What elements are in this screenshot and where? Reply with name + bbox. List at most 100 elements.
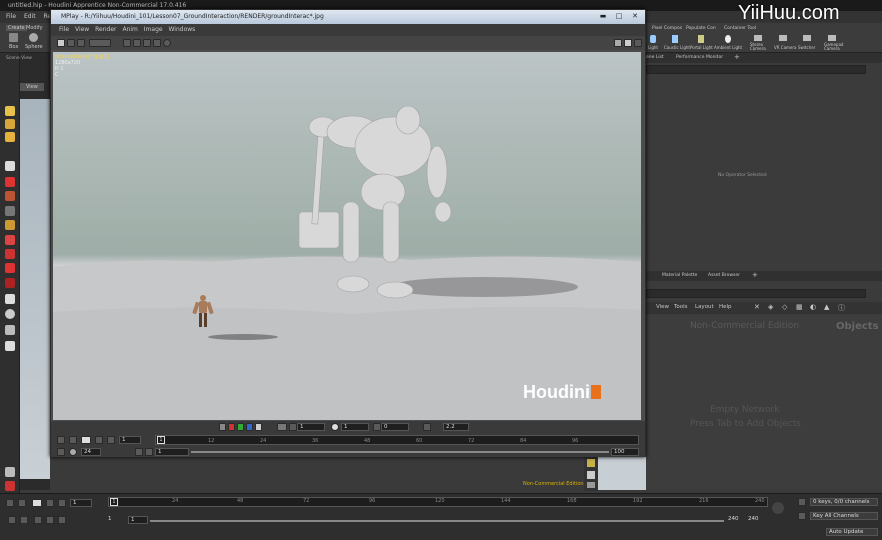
main-play-button[interactable]	[46, 499, 54, 507]
shelf-tab-modify[interactable]: Modify	[26, 25, 43, 31]
lut-icon[interactable]	[423, 423, 431, 431]
caustic-light-icon[interactable]	[672, 35, 678, 43]
main-timeline[interactable]: 1 24 48 72 96 120 144 168 192 216 240	[108, 497, 768, 507]
stop-button[interactable]	[81, 436, 91, 444]
rotate-tool-icon[interactable]	[5, 249, 15, 259]
keys-channels-field[interactable]: 0 keys, 0/0 channels	[810, 498, 878, 506]
global-start-field[interactable]: 1	[106, 516, 126, 524]
loop-icon[interactable]	[57, 448, 65, 456]
mplay-timeline[interactable]: 1 12 24 36 48 60 72 84 96	[155, 435, 639, 445]
main-first-frame-button[interactable]	[6, 499, 14, 507]
network-path-field[interactable]	[646, 289, 866, 298]
anim-tool-icon[interactable]	[5, 481, 15, 491]
sphere-tool-icon[interactable]	[29, 33, 38, 42]
camera-icon[interactable]	[5, 325, 15, 335]
mplay-menu-render[interactable]: Render	[95, 26, 116, 33]
maximize-button[interactable]: □	[613, 12, 625, 21]
offset-icon[interactable]	[373, 423, 381, 431]
net-menu-layout[interactable]: Layout	[695, 304, 714, 310]
network-editor[interactable]: Non-Commercial Edition Objects Empty Net…	[646, 315, 882, 490]
select-tool-icon[interactable]	[5, 106, 15, 116]
first-frame-button[interactable]	[57, 436, 65, 444]
info-icon-mplay[interactable]	[163, 39, 171, 47]
wrench-icon[interactable]: ✕	[754, 303, 760, 311]
channel-blue-icon[interactable]	[246, 423, 253, 431]
shelf-tab-pixel-compos[interactable]: Pixel Compos	[652, 26, 682, 31]
global-end-field[interactable]: 240	[746, 516, 764, 524]
mplay-menu-view[interactable]: View	[75, 26, 89, 33]
range-prev-icon[interactable]	[135, 448, 143, 456]
layout-icon[interactable]: ◇	[782, 303, 787, 311]
channels-icon[interactable]	[798, 498, 806, 506]
view-tool-icon[interactable]	[5, 191, 15, 201]
add-tab-icon-2[interactable]: +	[752, 271, 758, 279]
range-next-icon[interactable]	[145, 448, 153, 456]
auto-update-field[interactable]: Auto Update	[826, 528, 878, 536]
color-swatch[interactable]	[277, 423, 287, 431]
offset-field[interactable]: 0	[381, 423, 409, 431]
play-back-button[interactable]	[69, 436, 77, 444]
range-end-main-field[interactable]: 240	[726, 516, 744, 524]
key-all-channels-field[interactable]: Key All Channels	[810, 512, 878, 520]
path-field[interactable]	[646, 65, 866, 74]
snap-tool-icon[interactable]	[5, 206, 15, 216]
main-frame-field[interactable]: 1	[70, 499, 92, 507]
channel-alpha-icon[interactable]	[255, 423, 262, 431]
mplay-menu-image[interactable]: Image	[144, 26, 163, 33]
back-icon[interactable]	[89, 39, 111, 47]
grid-icon[interactable]	[5, 341, 15, 351]
close-view-icon[interactable]	[587, 482, 595, 488]
red-tool-icon[interactable]	[5, 177, 15, 187]
fps-field[interactable]: 24	[81, 448, 101, 456]
pose-tool-icon[interactable]	[5, 161, 15, 171]
gain-field[interactable]: 1	[297, 423, 325, 431]
loop-main-icon[interactable]	[34, 516, 42, 524]
color-icon[interactable]: ◐	[810, 303, 816, 311]
pan-icon[interactable]	[67, 39, 75, 47]
mplay-menu-file[interactable]: File	[59, 26, 69, 33]
light-icon[interactable]	[650, 35, 656, 43]
minimize-button[interactable]: ▬	[597, 12, 609, 21]
mplay-menu-windows[interactable]: Windows	[169, 26, 196, 33]
info-icon[interactable]: ⓘ	[838, 303, 845, 313]
display-icon[interactable]	[5, 309, 15, 319]
close-button[interactable]: ✕	[629, 12, 641, 21]
mplay-menu-anim[interactable]: Anim	[122, 26, 137, 33]
quad-pane-icon[interactable]	[624, 39, 632, 47]
channel-all-icon[interactable]	[219, 423, 226, 431]
key-all-icon[interactable]	[798, 512, 806, 520]
lock-icon[interactable]	[5, 294, 15, 304]
timeline-cursor[interactable]: 1	[157, 436, 165, 444]
net-menu-help[interactable]: Help	[719, 304, 732, 310]
lut-gamma-field[interactable]: 2.2	[443, 423, 469, 431]
zoom-icon[interactable]	[77, 39, 85, 47]
view-mode-icon[interactable]	[57, 39, 65, 47]
gamepad-camera-icon[interactable]	[828, 35, 836, 41]
vr-camera-icon[interactable]	[779, 35, 787, 41]
single-pane-icon[interactable]	[614, 39, 622, 47]
transform-tool-icon[interactable]	[5, 119, 15, 129]
main-timeline-cursor[interactable]: 1	[110, 498, 118, 506]
grid-view-icon[interactable]: ▦	[796, 303, 803, 311]
render-viewport[interactable]: groundInterac*.jpg[1] 1280x720 fr 1 C Ho…	[53, 52, 641, 420]
tab-material-palette[interactable]: Material Palette	[662, 273, 697, 278]
handle-tool-icon[interactable]	[5, 132, 15, 142]
dropdown-icon[interactable]	[289, 423, 297, 431]
range-start-field[interactable]: 1	[155, 448, 189, 456]
shelf-tab-create[interactable]: Create	[6, 25, 27, 31]
display-options-icon[interactable]	[587, 459, 595, 467]
net-menu-tools[interactable]: Tools	[674, 304, 688, 310]
rotate-icon[interactable]	[143, 39, 151, 47]
shelf-tab-container[interactable]: Container Tool	[724, 26, 756, 31]
add-tab-icon[interactable]: +	[734, 53, 740, 61]
main-range-slider[interactable]	[150, 520, 724, 522]
stereo-camera-icon[interactable]	[754, 35, 762, 41]
play-button[interactable]	[95, 436, 103, 444]
tab-performance-monitor[interactable]: Performance Monitor	[676, 55, 723, 60]
flip-icon[interactable]	[133, 39, 141, 47]
crop-icon[interactable]	[153, 39, 161, 47]
compare-icon[interactable]	[123, 39, 131, 47]
main-last-frame-button[interactable]	[58, 499, 66, 507]
scene-tool-icon[interactable]	[5, 467, 15, 477]
last-frame-button[interactable]	[107, 436, 115, 444]
